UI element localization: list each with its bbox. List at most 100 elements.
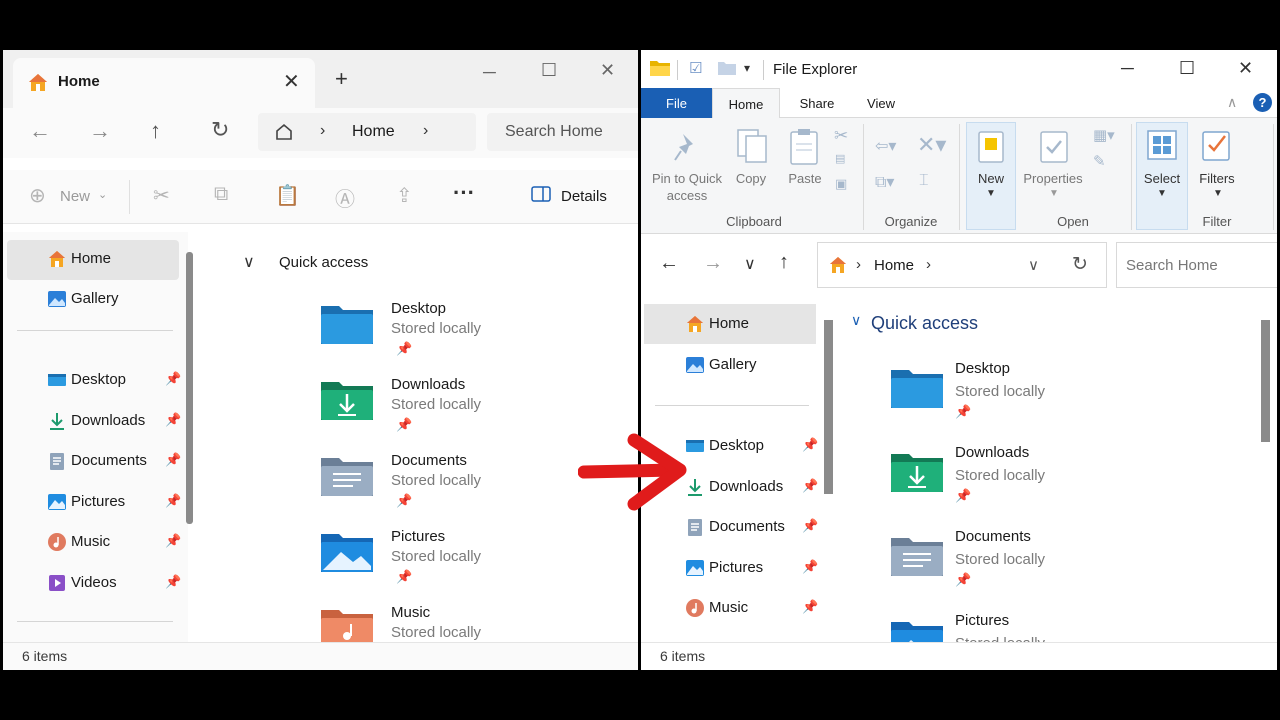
downloads-folder-icon (319, 376, 375, 422)
refresh-icon[interactable]: ↻ (211, 117, 229, 143)
paste-button[interactable]: Paste (785, 170, 825, 187)
maximize-button[interactable]: ☐ (1179, 58, 1195, 79)
tab-home[interactable]: Home (712, 88, 780, 118)
properties-button[interactable]: Properties (1021, 170, 1085, 187)
recent-locations-icon[interactable]: ∨ (744, 254, 756, 274)
chevron-down-icon[interactable]: ∨ (851, 312, 861, 329)
pin-quick-access-button[interactable]: Pin to Quick access (649, 170, 725, 204)
nav-item-videos[interactable]: Videos 📌 (7, 564, 181, 604)
open-icon[interactable]: ▦▾ (1093, 126, 1115, 144)
chevron-right-icon[interactable]: › (926, 256, 931, 273)
tab-home[interactable]: Home ✕ (13, 58, 315, 108)
nav-item-music[interactable]: Music 📌 (644, 588, 818, 628)
breadcrumb-home[interactable]: Home (874, 257, 914, 274)
nav-item-downloads[interactable]: Downloads 📌 (7, 402, 181, 442)
pin-icon[interactable]: 📌 (165, 574, 181, 590)
pin-icon[interactable]: 📌 (802, 518, 818, 534)
nav-scrollbar[interactable] (186, 252, 193, 524)
forward-arrow-icon[interactable]: → (89, 118, 111, 144)
edit-icon[interactable]: ✎ (1093, 152, 1106, 170)
new-button[interactable]: New (60, 188, 90, 205)
chevron-down-icon: ⌄ (98, 189, 108, 201)
close-tab-icon[interactable]: ✕ (283, 69, 300, 94)
pin-icon[interactable]: 📌 (165, 533, 181, 549)
pin-icon[interactable]: 📌 (165, 493, 181, 509)
select-button[interactable]: Select (1136, 170, 1188, 187)
back-arrow-icon[interactable]: ← (659, 252, 679, 275)
tab-view[interactable]: View (855, 88, 907, 118)
content-scrollbar[interactable] (1261, 320, 1270, 442)
forward-arrow-icon[interactable]: → (703, 252, 723, 275)
cut-icon[interactable]: ✂ (834, 126, 848, 146)
nav-item-pictures[interactable]: Pictures 📌 (7, 483, 181, 523)
tab-share[interactable]: Share (789, 88, 845, 118)
maximize-button[interactable]: ☐ (541, 60, 557, 81)
nav-item-documents[interactable]: Documents 📌 (644, 507, 818, 547)
tab-file[interactable]: File (641, 88, 712, 118)
up-arrow-icon[interactable]: ↑ (150, 118, 161, 144)
copy-path-icon[interactable]: ▤ (835, 152, 845, 165)
search-box[interactable]: Search Home (487, 113, 638, 151)
nav-item-music[interactable]: Music 📌 (7, 523, 181, 563)
nav-item-gallery[interactable]: Gallery (7, 280, 179, 320)
share-icon[interactable]: ⇪ (396, 183, 413, 208)
copy-icon[interactable]: ⧉ (214, 183, 228, 206)
nav-item-pictures[interactable]: Pictures 📌 (644, 548, 818, 588)
paste-icon[interactable]: 📋 (275, 183, 300, 208)
search-box[interactable]: Search Home (1116, 242, 1277, 288)
customize-toolbar-icon[interactable]: ▾ (744, 61, 750, 75)
details-button[interactable]: Details (561, 188, 607, 205)
file-item-documents[interactable]: Documents Stored locally 📌 (837, 518, 1257, 598)
rename-icon[interactable]: Ⓐ (335, 183, 355, 212)
pin-icon[interactable]: 📌 (802, 599, 818, 615)
file-item-documents[interactable]: Documents Stored locally 📌 (201, 444, 638, 514)
file-item-downloads[interactable]: Downloads Stored locally 📌 (201, 368, 638, 438)
chevron-right-icon[interactable]: › (423, 122, 428, 140)
close-window-button[interactable]: ✕ (600, 60, 615, 81)
nav-item-gallery[interactable]: Gallery (644, 345, 816, 385)
file-item-pictures[interactable]: Pictures Stored locally 📌 (201, 520, 638, 590)
section-header[interactable]: Quick access (279, 254, 368, 271)
file-item-desktop[interactable]: Desktop Stored locally 📌 (201, 292, 638, 362)
collapse-ribbon-icon[interactable]: ∧ (1227, 94, 1237, 111)
pin-icon[interactable]: 📌 (802, 478, 818, 494)
copy-button[interactable]: Copy (731, 170, 771, 187)
chevron-down-icon[interactable]: ∨ (243, 252, 255, 272)
pin-icon[interactable]: 📌 (165, 371, 181, 387)
pin-icon[interactable]: 📌 (165, 412, 181, 428)
back-arrow-icon[interactable]: ← (29, 118, 51, 144)
breadcrumb-home[interactable]: Home (352, 123, 395, 141)
section-header[interactable]: Quick access (871, 313, 978, 334)
refresh-icon[interactable]: ↻ (1072, 253, 1088, 276)
copy-to-icon[interactable]: ⧉▾ (875, 172, 894, 192)
close-window-button[interactable]: ✕ (1238, 58, 1253, 79)
nav-item-home[interactable]: Home (644, 304, 816, 344)
up-arrow-icon[interactable]: ↑ (779, 251, 789, 274)
move-to-icon[interactable]: ⇦▾ (875, 136, 896, 156)
pin-icon[interactable]: 📌 (802, 437, 818, 453)
nav-scrollbar[interactable] (824, 320, 833, 494)
paste-shortcut-icon[interactable]: ▣ (835, 176, 847, 192)
help-icon[interactable]: ? (1253, 93, 1272, 112)
pin-icon[interactable]: 📌 (165, 452, 181, 468)
new-tab-button[interactable]: + (335, 66, 348, 92)
filters-button[interactable]: Filters (1193, 170, 1241, 187)
minimize-button[interactable]: ─ (1121, 58, 1134, 79)
more-options-icon[interactable]: ··· (453, 180, 475, 206)
cut-icon[interactable]: ✂ (153, 183, 170, 208)
new-folder-icon[interactable] (717, 60, 737, 76)
new-button[interactable]: New (966, 170, 1016, 187)
pin-icon[interactable]: 📌 (802, 559, 818, 575)
file-item-downloads[interactable]: Downloads Stored locally 📌 (837, 434, 1257, 514)
nav-item-home[interactable]: Home (7, 240, 179, 280)
minimize-button[interactable]: ─ (483, 62, 496, 83)
address-dropdown-icon[interactable]: ∨ (1028, 256, 1039, 274)
address-bar[interactable]: › Home › (258, 113, 476, 151)
address-bar[interactable]: › Home › ∨ ↻ (817, 242, 1107, 288)
file-item-desktop[interactable]: Desktop Stored locally 📌 (837, 350, 1257, 430)
delete-icon[interactable]: ✕▾ (917, 132, 946, 158)
nav-item-desktop[interactable]: Desktop 📌 (7, 361, 181, 401)
properties-check-icon[interactable]: ☑ (689, 59, 702, 77)
nav-item-documents[interactable]: Documents 📌 (7, 442, 181, 482)
rename-icon[interactable]: ⌶ (919, 172, 929, 190)
